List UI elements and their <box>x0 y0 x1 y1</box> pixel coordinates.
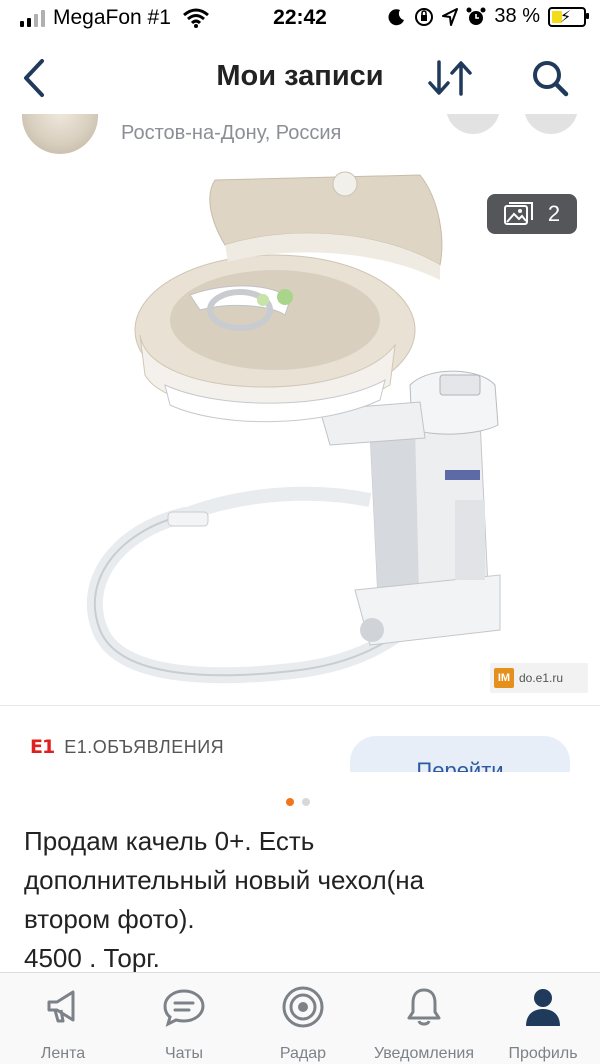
tab-chats[interactable]: Чаты <box>124 985 244 1063</box>
baby-swing-image <box>87 171 501 684</box>
divider <box>0 705 600 706</box>
watermark-text: do.e1.ru <box>519 671 564 685</box>
watermark: IM do.e1.ru <box>490 663 588 693</box>
status-right: 38 % ⚡ <box>388 5 589 28</box>
megaphone-icon <box>47 990 75 1023</box>
carousel-dot-active[interactable] <box>286 798 294 806</box>
gallery-icon <box>503 202 533 225</box>
tab-profile[interactable]: Профиль <box>483 985 600 1063</box>
chat-icon <box>163 989 205 1027</box>
tab-label: Чаты <box>164 1045 204 1062</box>
post-text-line: 4500 . Торг. <box>24 943 160 972</box>
search-button[interactable] <box>522 56 578 100</box>
status-bar: MegaFon #1 22:42 38 % ⚡ <box>0 0 600 40</box>
carousel-dot[interactable] <box>302 798 310 806</box>
back-icon <box>24 59 44 97</box>
tab-label: Уведомления <box>373 1045 475 1062</box>
battery-percent: 38 % <box>494 5 540 27</box>
watermark-logo: IM <box>494 668 514 688</box>
tab-label: Профиль <box>508 1045 578 1062</box>
post-menu-button[interactable] <box>524 114 578 134</box>
page-title: Мои записи <box>216 60 384 92</box>
post-text-line: втором фото). <box>24 904 195 934</box>
post-header: Ростов-на-Дону, Россия <box>0 114 600 170</box>
link-source: E1 E1.ОБЪЯВЛЕНИЯ <box>30 736 224 758</box>
bell-icon <box>407 988 441 1026</box>
photo-count: 2 <box>547 201 561 226</box>
source-name: E1.ОБЪЯВЛЕНИЯ <box>64 736 225 757</box>
tab-feed[interactable]: Лента <box>3 985 123 1063</box>
profile-icon <box>526 989 560 1026</box>
sort-icon <box>428 60 472 96</box>
navigation-bar: Мои записи <box>0 42 600 114</box>
orientation-lock-icon <box>415 7 434 26</box>
post-text: Продам качель 0+. Есть дополнительный но… <box>24 822 584 972</box>
battery-icon: ⚡ <box>548 6 589 27</box>
tab-label: Лента <box>40 1045 86 1062</box>
tab-notifications[interactable]: Уведомления <box>364 985 484 1063</box>
post-action-button[interactable] <box>446 114 500 134</box>
e1-logo: E1 <box>30 736 55 758</box>
snippet-cover <box>330 772 600 802</box>
post-text-line: дополнительный новый чехол(на <box>24 865 425 895</box>
post-location: Ростов-на-Дону, Россия <box>121 122 342 144</box>
tab-radar[interactable]: Радар <box>243 985 363 1063</box>
sort-button[interactable] <box>422 56 478 100</box>
radar-icon <box>282 986 324 1028</box>
photo-counter: 2 <box>487 194 577 234</box>
post-text-line: Продам качель 0+. Есть <box>24 826 315 856</box>
alarm-icon <box>466 7 486 25</box>
moon-icon <box>388 8 405 25</box>
back-button[interactable] <box>12 52 56 104</box>
avatar[interactable] <box>22 114 98 154</box>
location-icon <box>442 7 459 26</box>
post-photo[interactable]: 2 IM do.e1.ru <box>0 170 600 705</box>
tab-label: Радар <box>279 1045 327 1062</box>
carousel-dots <box>286 798 310 806</box>
tab-bar: Лента Чаты Радар Уведомления Профиль <box>0 972 600 1064</box>
search-icon <box>533 61 569 97</box>
